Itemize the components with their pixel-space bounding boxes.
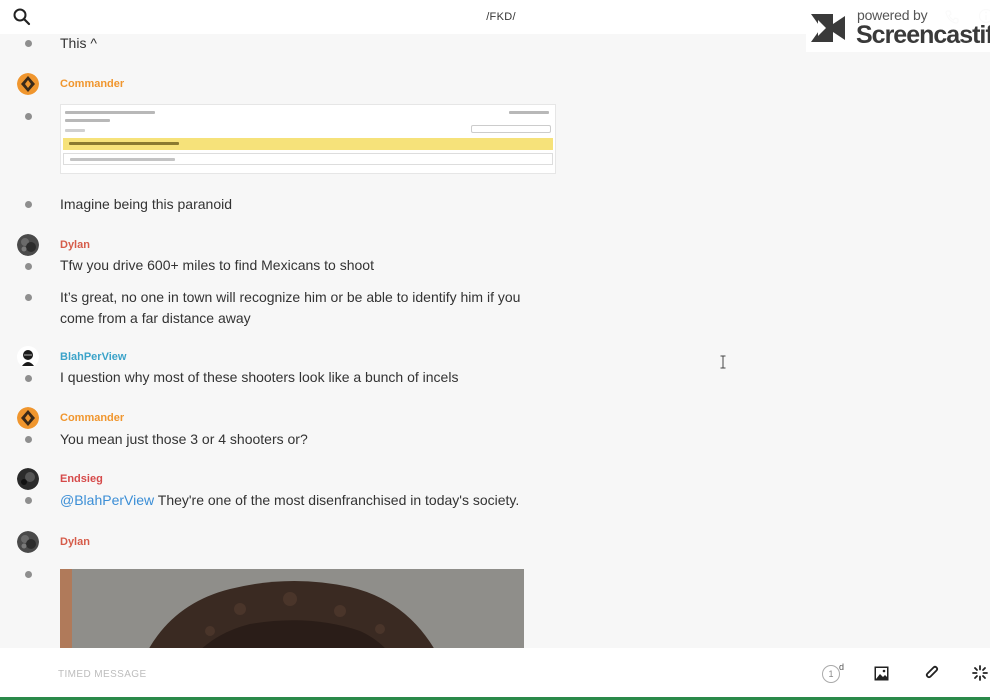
- message-input[interactable]: [58, 664, 758, 684]
- message-bullet: [25, 40, 32, 47]
- user-mention[interactable]: @BlahPerView: [60, 492, 154, 508]
- message-text: Tfw you drive 600+ miles to find Mexican…: [60, 257, 374, 273]
- message-author[interactable]: Commander: [60, 78, 124, 90]
- message-author[interactable]: Dylan: [60, 239, 90, 251]
- message-bullet: [25, 497, 32, 504]
- message-bullet: [25, 375, 32, 382]
- avatar[interactable]: [17, 73, 39, 95]
- photo-content: [60, 569, 524, 648]
- message-bullet: [25, 436, 32, 443]
- message-text: You mean just those 3 or 4 shooters or?: [60, 431, 308, 447]
- message-author[interactable]: BlahPerView: [60, 351, 126, 363]
- timer-unit: d: [839, 662, 845, 672]
- avatar[interactable]: [17, 234, 39, 256]
- message-bullet: [25, 294, 32, 301]
- embedded-photo-image[interactable]: [60, 569, 524, 648]
- avatar[interactable]: [17, 468, 39, 490]
- message-text: I question why most of these shooters lo…: [60, 369, 459, 385]
- message-text: Imagine being this paranoid: [60, 196, 233, 212]
- message-text: @BlahPerView They're one of the most dis…: [60, 490, 519, 511]
- paperclip-icon[interactable]: [924, 665, 940, 682]
- message-author[interactable]: Dylan: [60, 536, 90, 548]
- message-composer: 1 d: [0, 648, 990, 700]
- loading-spinner-icon[interactable]: [972, 665, 988, 681]
- message-feed[interactable]: This ^ Commander Imagine being this para…: [0, 34, 990, 648]
- message-bullet: [25, 571, 32, 578]
- message-text-body: They're one of the most disenfranchised …: [154, 492, 520, 508]
- avatar[interactable]: [17, 346, 39, 368]
- avatar[interactable]: [17, 407, 39, 429]
- message-bullet: [25, 263, 32, 270]
- message-author[interactable]: Commander: [60, 412, 124, 424]
- message-text: It’s great, no one in town will recogniz…: [60, 289, 521, 326]
- image-icon[interactable]: [874, 666, 889, 681]
- timer-button[interactable]: 1 d: [822, 662, 848, 684]
- message-bullet: [25, 201, 32, 208]
- message-author[interactable]: Endsieg: [60, 473, 103, 485]
- text-cursor-icon: [720, 355, 726, 369]
- embedded-screenshot-image[interactable]: [60, 104, 556, 174]
- timer-value: 1: [822, 665, 840, 683]
- avatar[interactable]: [17, 531, 39, 553]
- message-bullet: [25, 113, 32, 120]
- message-text: This ^: [60, 35, 97, 51]
